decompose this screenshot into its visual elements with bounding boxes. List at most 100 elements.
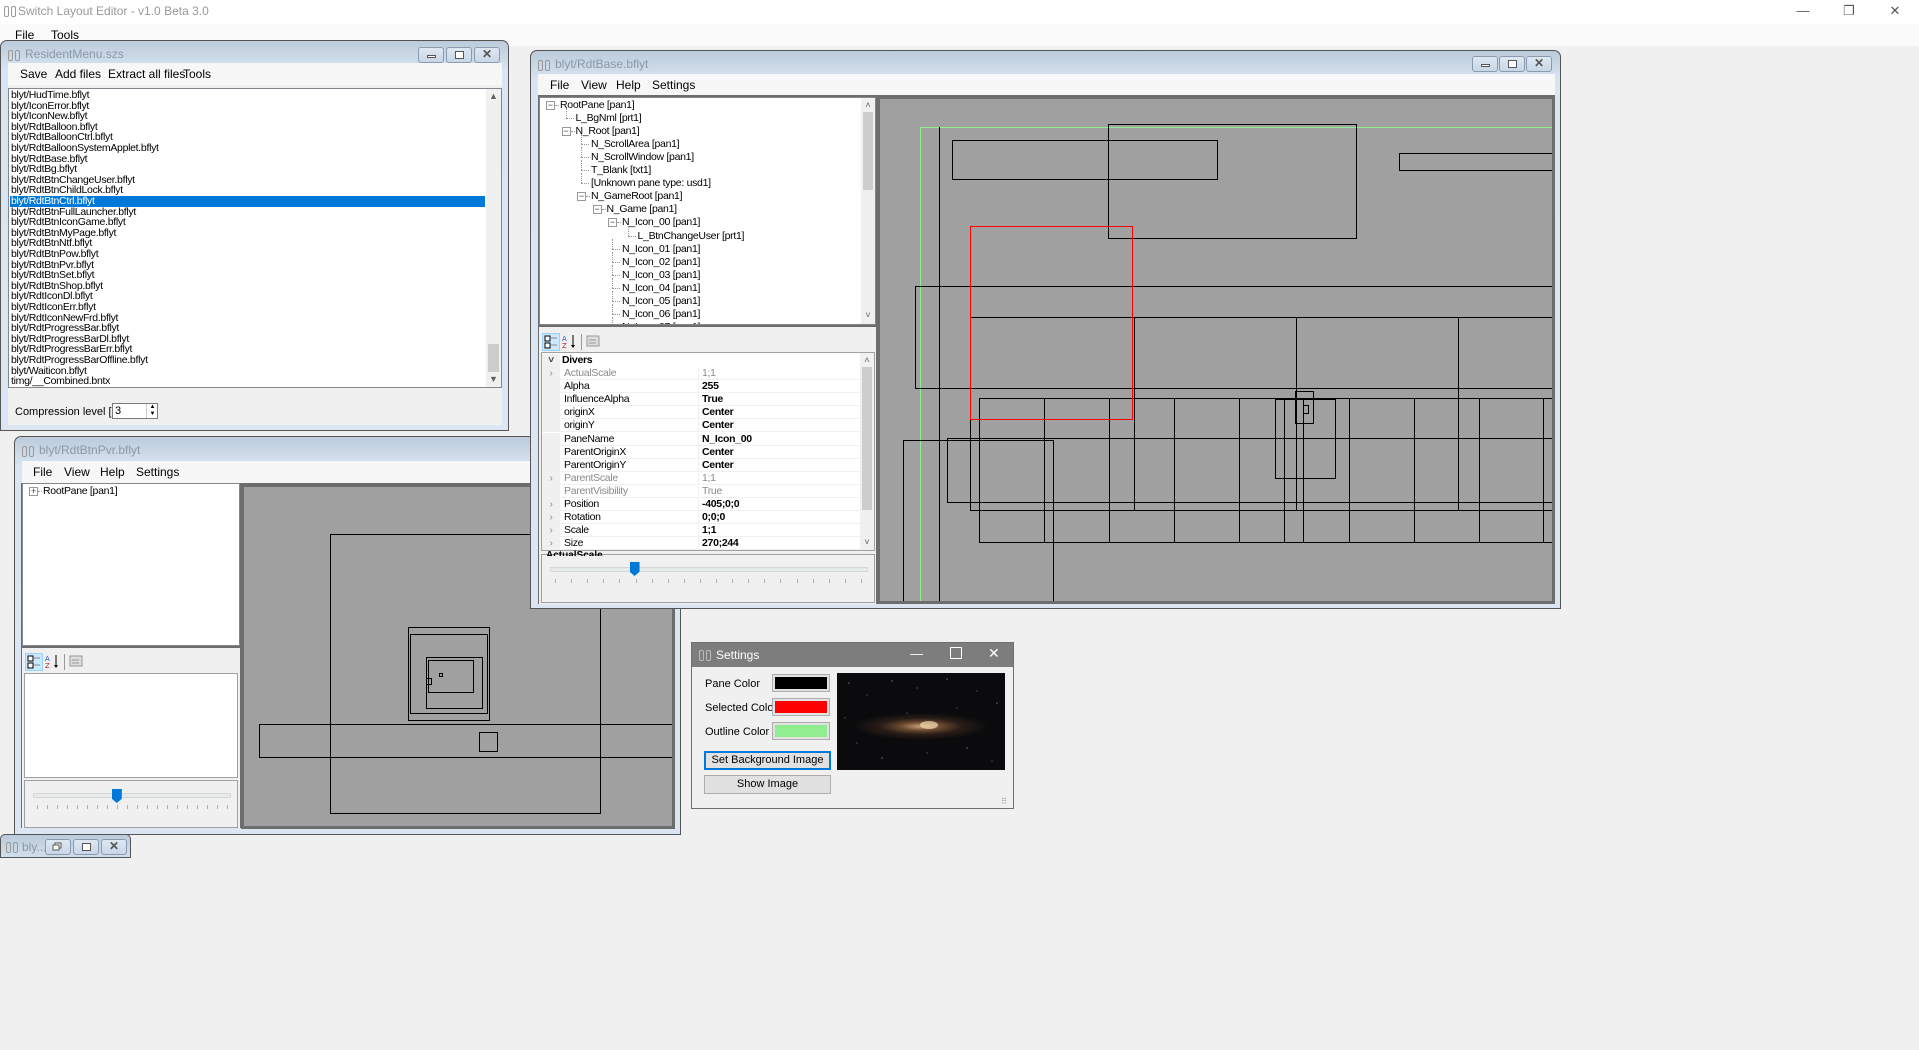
pane-outline[interactable]	[426, 657, 483, 709]
maximize-button[interactable]	[73, 839, 99, 855]
layout-canvas[interactable]	[877, 96, 1555, 604]
property-row[interactable]: originY Center	[542, 419, 860, 433]
tree-node[interactable]: N_Game [pan1]	[607, 203, 678, 216]
categorized-view-icon[interactable]	[542, 333, 560, 351]
menu-add-files[interactable]: Add files	[55, 67, 101, 81]
zoom-slider-thumb[interactable]	[629, 562, 640, 576]
menu-extract-all[interactable]: Extract all files	[108, 67, 185, 81]
tree-scrollbar[interactable]: ˄ ˅	[861, 98, 875, 324]
property-row[interactable]: ParentOriginX Center	[542, 445, 860, 459]
minimize-icon[interactable]: —	[1780, 0, 1826, 24]
property-row[interactable]: › ParentScale 1;1	[542, 471, 860, 485]
property-row[interactable]: ParentVisibility True	[542, 484, 860, 498]
property-row[interactable]: Alpha 255	[542, 380, 860, 394]
minimized-window[interactable]: bly... ✕	[0, 834, 131, 858]
scroll-thumb[interactable]	[862, 367, 872, 510]
expand-property-icon[interactable]: ›	[542, 498, 560, 511]
property-row[interactable]: › Position -405;0;0	[542, 498, 860, 511]
tree-node[interactable]: T_Blank [txt1]	[591, 164, 651, 177]
minimize-button[interactable]	[418, 47, 444, 63]
tree-node[interactable]: L_BgNml [prt1]	[576, 112, 642, 125]
pane-tree[interactable]: + RootPane [pan1]	[22, 483, 240, 646]
file-list-item[interactable]: timg/__Combined.bntx	[10, 376, 485, 387]
pane-outline[interactable]	[1295, 391, 1314, 424]
restore-icon[interactable]: ❐	[1826, 0, 1872, 24]
menu-settings[interactable]: Settings	[652, 78, 695, 92]
resize-grip-icon[interactable]: ⠿	[1001, 797, 1007, 806]
collapse-node-icon[interactable]: −	[577, 192, 586, 202]
file-list-scrollbar[interactable]: ▲ ▼	[486, 89, 501, 387]
tree-node[interactable]: N_Icon_01 [pan1]	[622, 243, 700, 256]
scroll-down-icon[interactable]: ˅	[861, 310, 875, 320]
expand-property-icon[interactable]: ›	[542, 367, 560, 380]
tree-node[interactable]: N_Icon_02 [pan1]	[622, 256, 700, 269]
maximize-icon[interactable]	[950, 647, 962, 659]
collapse-node-icon[interactable]: −	[546, 101, 555, 110]
property-grid[interactable]: ˅ Divers › ActualScale 1;1 Alpha 255 Influenc…	[541, 352, 875, 551]
property-row[interactable]: ParentOriginY Center	[542, 458, 860, 472]
alphabetical-sort-icon[interactable]: AZ	[44, 653, 62, 671]
scroll-thumb[interactable]	[863, 112, 873, 190]
categorized-view-icon[interactable]	[25, 653, 43, 671]
tree-node[interactable]: [Unknown pane type: usd1]	[591, 177, 711, 190]
expand-property-icon[interactable]: ›	[542, 524, 560, 538]
minimize-button[interactable]	[1472, 56, 1498, 72]
pane-outline[interactable]	[915, 286, 1553, 389]
menu-tools[interactable]: Tools	[183, 67, 211, 81]
expand-property-icon[interactable]: ›	[542, 537, 560, 550]
property-row[interactable]: › Scale 1;1	[542, 524, 860, 538]
tree-node[interactable]: N_Icon_03 [pan1]	[622, 269, 700, 282]
minimize-icon[interactable]: —	[910, 646, 923, 661]
layout-bounds-outline[interactable]	[920, 127, 1553, 602]
maximize-button[interactable]	[446, 47, 472, 63]
pane-tree[interactable]: − RootPane [pan1] L_BgNml [prt1] − N_Root [p…	[539, 97, 876, 325]
pane-outline[interactable]	[408, 627, 490, 721]
close-button[interactable]: ✕	[1526, 56, 1552, 72]
pane-outline[interactable]	[952, 140, 1218, 180]
property-row[interactable]: › Size 270;244	[542, 537, 860, 550]
expand-node-icon[interactable]: +	[29, 487, 38, 496]
tree-node[interactable]: RootPane [pan1]	[43, 485, 118, 498]
collapse-node-icon[interactable]: −	[561, 127, 571, 137]
pane-outline[interactable]	[479, 732, 498, 752]
selected-color-swatch[interactable]	[772, 698, 830, 716]
menu-view[interactable]: View	[64, 465, 90, 479]
spin-down-icon[interactable]: ▼	[146, 411, 158, 418]
property-row[interactable]: PaneName N_Icon_00	[542, 432, 860, 446]
maximize-button[interactable]	[1499, 56, 1525, 72]
scroll-thumb[interactable]	[488, 344, 499, 372]
expand-property-icon[interactable]: ›	[542, 511, 560, 525]
tree-node[interactable]: L_BtnChangeUser [prt1]	[638, 230, 745, 243]
property-pages-icon[interactable]	[585, 333, 603, 351]
tree-node[interactable]: N_Icon_05 [pan1]	[622, 295, 700, 308]
pane-outline[interactable]	[1108, 124, 1357, 239]
scroll-up-icon[interactable]: ▲	[486, 91, 501, 101]
scroll-down-icon[interactable]: ˅	[860, 537, 874, 547]
property-row[interactable]: originX Center	[542, 406, 860, 420]
property-category[interactable]: ˅ Divers	[542, 354, 862, 367]
scroll-up-icon[interactable]: ˄	[861, 100, 875, 110]
menu-help[interactable]: Help	[100, 465, 125, 479]
pane-outline[interactable]	[439, 673, 443, 677]
pane-outline[interactable]	[410, 634, 488, 714]
pane-outline[interactable]	[979, 398, 1553, 543]
outline-color-swatch[interactable]	[772, 722, 830, 740]
set-background-image-button[interactable]: Set Background Image	[704, 751, 831, 770]
tree-node[interactable]: N_Icon_06 [pan1]	[622, 308, 700, 321]
menu-file[interactable]: File	[550, 78, 569, 92]
menu-help[interactable]: Help	[616, 78, 641, 92]
pane-outline[interactable]	[259, 724, 673, 758]
menu-file[interactable]: File	[33, 465, 52, 479]
tree-node[interactable]: N_ScrollArea [pan1]	[591, 138, 680, 151]
property-grid-scrollbar[interactable]: ˄ ˅	[860, 353, 874, 550]
property-row[interactable]: InfluenceAlpha True	[542, 393, 860, 407]
zoom-slider-track[interactable]	[33, 793, 231, 798]
close-button[interactable]: ✕	[474, 47, 500, 63]
pane-outline[interactable]	[428, 660, 474, 693]
close-icon[interactable]: ✕	[988, 645, 1000, 662]
pane-color-swatch[interactable]	[772, 674, 830, 692]
expand-property-icon[interactable]: ›	[542, 471, 560, 485]
zoom-slider-thumb[interactable]	[111, 789, 122, 803]
show-image-button[interactable]: Show Image	[704, 775, 831, 794]
tree-node[interactable]: RootPane [pan1]	[560, 99, 635, 112]
